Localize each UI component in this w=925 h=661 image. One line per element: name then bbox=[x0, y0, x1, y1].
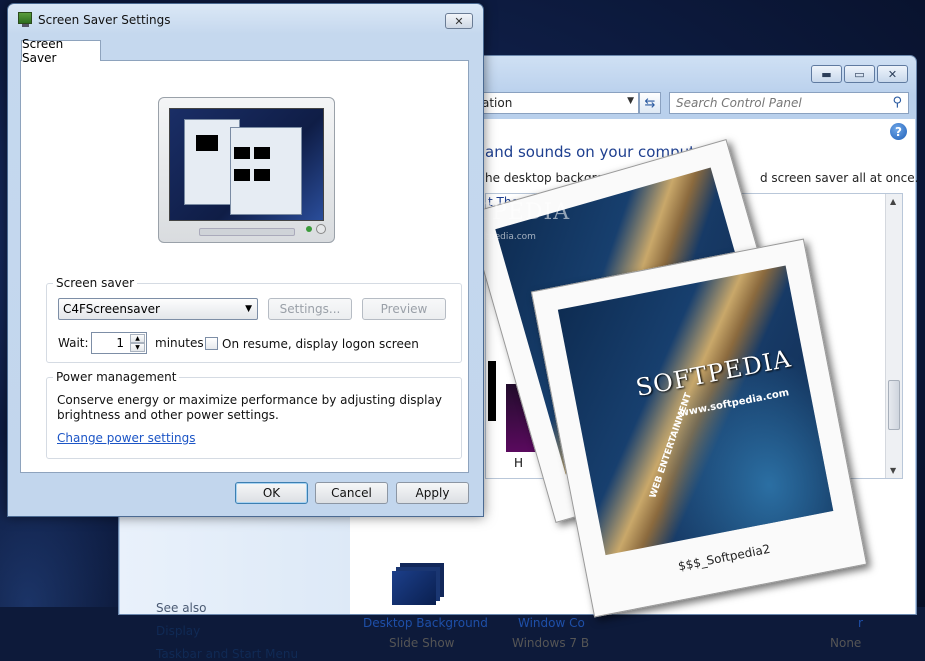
preview-monitor bbox=[158, 97, 335, 243]
screen-saver-group-label: Screen saver bbox=[53, 276, 138, 290]
screen-saver-select[interactable]: C4FScreensaver ▼ bbox=[58, 298, 258, 320]
desktop-background-link[interactable]: Desktop Background bbox=[363, 616, 488, 630]
refresh-icon: ⇆ bbox=[644, 95, 656, 111]
sidebar-link-taskbar[interactable]: Taskbar and Start Menu bbox=[156, 647, 298, 661]
ok-button[interactable]: OK bbox=[235, 482, 308, 504]
close-button[interactable]: ✕ bbox=[877, 65, 908, 83]
settings-button[interactable]: Settings... bbox=[268, 298, 352, 320]
cancel-button[interactable]: Cancel bbox=[315, 482, 388, 504]
photo-arc-text: WEB ENTERTAINMENT bbox=[648, 391, 694, 500]
window-color-value: Windows 7 B bbox=[512, 636, 590, 650]
refresh-button[interactable]: ⇆ bbox=[639, 92, 661, 114]
minutes-label: minutes bbox=[155, 336, 204, 350]
close-icon: ✕ bbox=[454, 14, 464, 28]
see-also-heading: See also bbox=[156, 601, 207, 615]
preview-screen bbox=[169, 108, 324, 221]
scrollbar-thumb[interactable] bbox=[888, 380, 900, 430]
power-description-line2: brightness and other power settings. bbox=[57, 408, 279, 422]
search-placeholder: Search Control Panel bbox=[676, 96, 802, 110]
preview-thumb bbox=[254, 147, 270, 159]
theme-list-scrollbar[interactable]: ▲ ▼ bbox=[885, 194, 902, 478]
wait-minutes-stepper[interactable]: 1 ▲ ▼ bbox=[91, 332, 147, 354]
maximize-button[interactable]: ▭ bbox=[844, 65, 875, 83]
minimize-button[interactable]: ▬ bbox=[811, 65, 842, 83]
sidebar-link-display[interactable]: Display bbox=[156, 624, 200, 638]
preview-thumb bbox=[196, 135, 218, 151]
screen-saver-group: Screen saver C4FScreensaver ▼ Settings..… bbox=[46, 276, 462, 363]
maximize-icon: ▭ bbox=[854, 67, 865, 81]
power-group-label: Power management bbox=[53, 370, 180, 384]
stepper-down-icon[interactable]: ▼ bbox=[130, 343, 145, 352]
photo-url: www.softpedia.com bbox=[678, 387, 791, 420]
caption-buttons: ▬ ▭ ✕ bbox=[811, 65, 908, 83]
chevron-down-icon[interactable]: ▼ bbox=[245, 304, 252, 314]
scroll-down-icon[interactable]: ▼ bbox=[890, 466, 896, 475]
close-icon: ✕ bbox=[887, 67, 898, 81]
address-text: ation bbox=[482, 96, 513, 110]
power-management-group: Power management Conserve energy or maxi… bbox=[46, 370, 462, 459]
window-color-link[interactable]: Window Co bbox=[518, 616, 585, 630]
monitor-icon bbox=[18, 12, 32, 27]
power-led-icon bbox=[306, 226, 312, 232]
wait-label: Wait: bbox=[58, 336, 89, 350]
preview-thumb bbox=[254, 169, 270, 181]
screen-saver-link[interactable]: r bbox=[858, 616, 863, 630]
monitor-base bbox=[199, 228, 295, 236]
stepper-up-icon[interactable]: ▲ bbox=[130, 334, 145, 343]
wait-value: 1 bbox=[116, 336, 124, 350]
dialog-title: Screen Saver Settings bbox=[38, 13, 171, 27]
apply-button[interactable]: Apply bbox=[396, 482, 469, 504]
logon-screen-label[interactable]: On resume, display logon screen bbox=[222, 337, 419, 351]
screen-saver-dialog: Screen Saver Settings ✕ Screen Saver Scr… bbox=[7, 3, 484, 517]
logon-screen-checkbox[interactable] bbox=[205, 337, 218, 350]
help-icon[interactable]: ? bbox=[890, 123, 907, 140]
power-button-icon bbox=[316, 224, 326, 234]
preview-thumb bbox=[234, 147, 250, 159]
tab-screen-saver[interactable]: Screen Saver bbox=[21, 37, 101, 65]
tab-panel: Screen saver C4FScreensaver ▼ Settings..… bbox=[20, 60, 469, 473]
chevron-down-icon[interactable]: ▼ bbox=[627, 96, 634, 106]
page-description-end: d screen saver all at once. bbox=[760, 171, 919, 185]
screen-saver-value: None bbox=[830, 636, 862, 650]
theme-tile-label: H bbox=[514, 456, 524, 470]
scroll-up-icon[interactable]: ▲ bbox=[890, 197, 896, 206]
polaroid-image: SOFTPEDIA www.softpedia.com WEB ENTERTAI… bbox=[557, 265, 834, 556]
change-power-settings-link[interactable]: Change power settings bbox=[57, 431, 196, 445]
search-icon[interactable]: ⚲ bbox=[892, 95, 902, 110]
screen-saver-selected: C4FScreensaver bbox=[63, 302, 160, 316]
search-input[interactable]: Search Control Panel ⚲ bbox=[669, 92, 909, 114]
theme-tile[interactable] bbox=[488, 361, 496, 421]
desktop-background-icon[interactable] bbox=[392, 571, 436, 605]
preview-thumb bbox=[234, 169, 250, 181]
preview-button[interactable]: Preview bbox=[362, 298, 446, 320]
desktop-background-value: Slide Show bbox=[389, 636, 455, 650]
power-description-line1: Conserve energy or maximize performance … bbox=[57, 393, 442, 407]
minimize-icon: ▬ bbox=[821, 67, 832, 81]
dialog-close-button[interactable]: ✕ bbox=[445, 13, 473, 29]
